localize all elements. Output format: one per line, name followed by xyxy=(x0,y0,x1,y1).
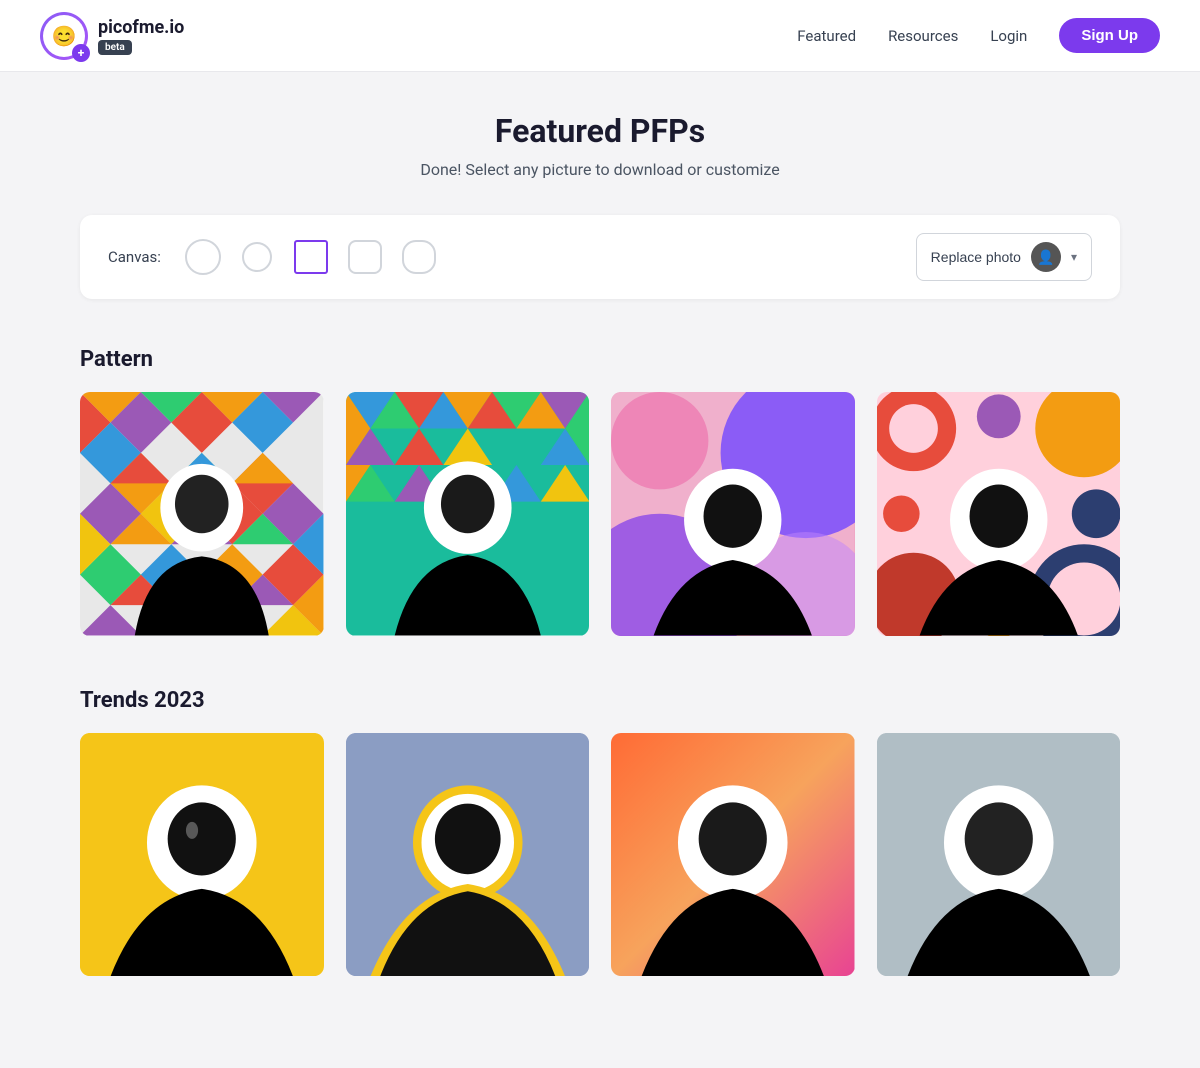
pfp-card-p1[interactable] xyxy=(80,392,324,636)
canvas-bar: Canvas: Replace photo 👤 ▾ xyxy=(80,215,1120,299)
main-nav: Featured Resources Login Sign Up xyxy=(797,18,1160,53)
page-title: Featured PFPs xyxy=(80,112,1120,150)
logo-avatar: 😊 + xyxy=(40,12,88,60)
nav-resources[interactable]: Resources xyxy=(888,27,958,45)
beta-badge: beta xyxy=(98,40,132,55)
pfp-card-t4[interactable] xyxy=(877,733,1121,977)
chevron-down-icon: ▾ xyxy=(1071,250,1077,264)
shape-square-rounded[interactable] xyxy=(345,237,385,277)
logo-area[interactable]: 😊 + picofme.io beta xyxy=(40,12,184,60)
signup-button[interactable]: Sign Up xyxy=(1059,18,1160,53)
replace-photo-button[interactable]: Replace photo 👤 ▾ xyxy=(916,233,1092,281)
logo-name: picofme.io xyxy=(98,17,184,38)
nav-featured[interactable]: Featured xyxy=(797,27,856,45)
pfp-card-t3[interactable] xyxy=(611,733,855,977)
pfp-card-t2[interactable] xyxy=(346,733,590,977)
shape-circle-large[interactable] xyxy=(183,237,223,277)
pattern-section-title: Pattern xyxy=(80,347,1120,372)
nav-login[interactable]: Login xyxy=(990,27,1027,45)
replace-photo-avatar: 👤 xyxy=(1031,242,1061,272)
pattern-grid xyxy=(80,392,1120,636)
page-subtitle: Done! Select any picture to download or … xyxy=(80,160,1120,179)
logo-plus-badge: + xyxy=(72,44,90,62)
shape-circle-small[interactable] xyxy=(237,237,277,277)
pfp-card-t1[interactable] xyxy=(80,733,324,977)
pfp-card-p3[interactable] xyxy=(611,392,855,636)
trends-grid xyxy=(80,733,1120,977)
shape-square-rounder[interactable] xyxy=(399,237,439,277)
canvas-shapes xyxy=(183,237,898,277)
pfp-card-p4[interactable] xyxy=(877,392,1121,636)
shape-square-active[interactable] xyxy=(291,237,331,277)
trends-section-title: Trends 2023 xyxy=(80,688,1120,713)
replace-photo-label: Replace photo xyxy=(931,249,1021,265)
pfp-card-p2[interactable] xyxy=(346,392,590,636)
canvas-label: Canvas: xyxy=(108,248,161,266)
